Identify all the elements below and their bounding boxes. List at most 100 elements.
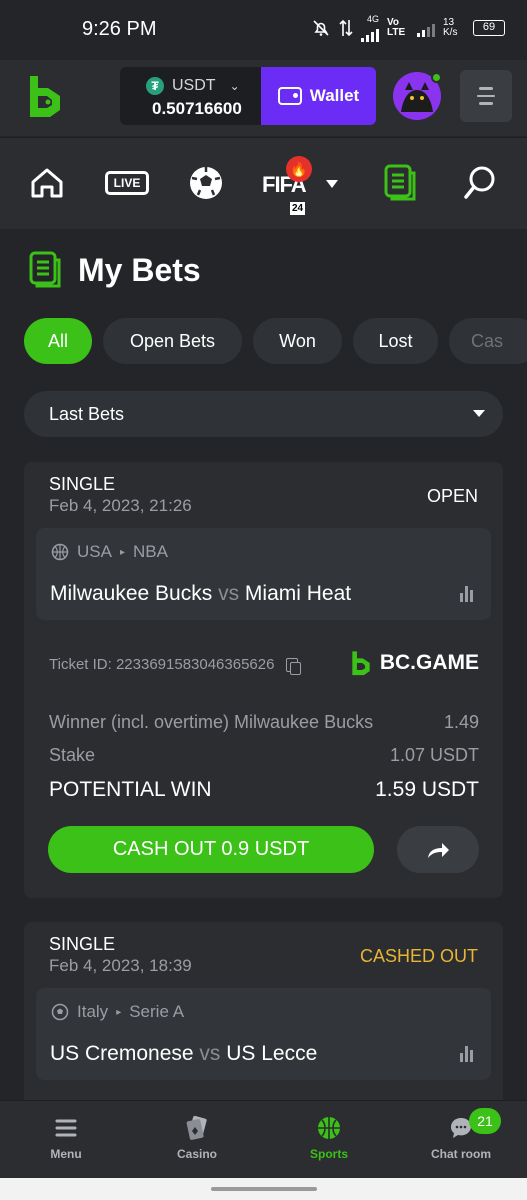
status-icons: 4G Vo LTE 13 K/s 69 [311, 14, 505, 42]
currency-selector[interactable]: ₮ USDT ⌄ 0.50716600 [120, 67, 262, 125]
brand-mark: BC.GAME [350, 650, 479, 676]
vs-label: vs [218, 582, 240, 605]
fire-icon: 🔥 [286, 156, 312, 182]
home-indicator[interactable] [211, 1187, 317, 1191]
filter-all[interactable]: All [24, 318, 92, 364]
country: Italy [77, 1002, 109, 1021]
country: USA [77, 542, 112, 561]
match-teams: Milwaukee Bucks vs Miami Heat [50, 582, 351, 606]
bet-date: Feb 4, 2023, 21:26 [49, 496, 192, 515]
chevron-down-icon: ⌄ [229, 79, 240, 93]
cash-out-button[interactable]: CASH OUT 0.9 USDT [48, 826, 374, 873]
vs-label: vs [199, 1042, 221, 1065]
soccer-ball-icon [51, 1003, 69, 1021]
signal-icon-2 [417, 19, 435, 37]
bcgame-logo [352, 651, 370, 676]
bottom-nav: Menu Casino Sports Chat room [0, 1100, 527, 1178]
ticket-id-text: Ticket ID: 2233691583046365626 [49, 656, 275, 673]
signal-icon [361, 24, 379, 42]
status-bar: 9:26 PM 4G Vo LTE 13 K/s 69 [0, 0, 527, 60]
bet-card[interactable]: SINGLE Feb 4, 2023, 18:39 CASHED OUT Ita… [24, 922, 503, 1122]
currency-code: USDT [172, 77, 216, 94]
bet-date: Feb 4, 2023, 18:39 [49, 956, 192, 975]
nav-sports-label: Sports [309, 1147, 348, 1161]
fifa-year: 24 [290, 202, 306, 215]
match-teams: US Cremonese vs US Lecce [50, 1042, 317, 1066]
category-nav: LIVE 🔥 FIFA 24 [0, 137, 527, 229]
wallet-button[interactable]: Wallet [261, 67, 376, 125]
bet-card[interactable]: SINGLE Feb 4, 2023, 21:26 OPEN USA ▸ NBA… [24, 462, 503, 898]
filter-cashed-out[interactable]: Cas [449, 318, 527, 364]
bet-type: SINGLE [49, 474, 116, 494]
caret-down-icon[interactable] [325, 179, 339, 189]
search-icon[interactable] [463, 165, 497, 201]
mute-bell-icon [313, 20, 329, 36]
odds: 1.49 [443, 712, 479, 732]
filter-tabs: All Open Bets Won Lost Cas [24, 318, 527, 364]
bet-status: OPEN [426, 486, 478, 506]
away-team: US Lecce [226, 1042, 318, 1065]
league: Serie A [129, 1002, 185, 1021]
my-bets-icon[interactable] [383, 163, 419, 203]
chevron-right-icon: ▸ [119, 546, 125, 558]
potential-win-value: 1.59 USDT [375, 778, 479, 801]
filter-open-bets[interactable]: Open Bets [103, 318, 242, 364]
chevron-right-icon: ▸ [116, 1006, 122, 1018]
bcgame-logo[interactable] [26, 74, 64, 118]
stake-row: Stake 1.07 USDT [49, 745, 479, 766]
brand-name: BC.GAME [379, 651, 479, 674]
match-box[interactable]: USA ▸ NBA Milwaukee Bucks vs Miami Heat [36, 528, 491, 620]
home-team: US Cremonese [50, 1042, 194, 1065]
fifa-24-icon[interactable]: 🔥 FIFA 24 [262, 156, 312, 215]
nav-menu[interactable]: Menu [11, 1115, 121, 1161]
stats-icon[interactable] [460, 1046, 473, 1062]
currency-balance: 0.50716600 [152, 99, 242, 118]
ticket-id: Ticket ID: 2233691583046365626 [49, 656, 302, 675]
volte-label: Vo LTE [387, 17, 406, 38]
soccer-ball-icon[interactable] [187, 164, 225, 202]
online-status-dot [431, 72, 442, 83]
system-nav-bar [0, 1178, 527, 1200]
wallet-label: Wallet [309, 86, 360, 105]
live-icon[interactable]: LIVE [105, 171, 149, 195]
basketball-icon [317, 1115, 341, 1141]
home-team: Milwaukee Bucks [50, 582, 213, 605]
bet-type: SINGLE [49, 934, 116, 954]
cards-icon [185, 1115, 209, 1141]
market-row: Winner (incl. overtime) Milwaukee Bucks … [49, 712, 479, 733]
caret-down-icon [473, 410, 485, 417]
top-bar: ₮ USDT ⌄ 0.50716600 Wallet [0, 60, 527, 136]
my-bets-icon [29, 251, 61, 288]
copy-icon[interactable] [286, 657, 302, 675]
share-button[interactable] [397, 826, 479, 873]
stake-label: Stake [49, 745, 96, 765]
potential-win-label: POTENTIAL WIN [49, 778, 212, 801]
page-title: My Bets [78, 251, 201, 288]
net-speed: 13 K/s [443, 17, 458, 38]
bets-period-select[interactable]: Last Bets [24, 391, 503, 437]
wallet-icon [277, 87, 302, 105]
stats-icon[interactable] [460, 586, 473, 602]
battery-icon: 69 [473, 20, 505, 36]
nav-casino-label: Casino [176, 1147, 217, 1161]
signal-4g: 4G [361, 14, 379, 42]
status-time: 9:26 PM [82, 18, 157, 40]
away-team: Miami Heat [244, 582, 352, 605]
page-heading: My Bets [28, 250, 201, 290]
home-icon[interactable] [29, 166, 65, 200]
league-path: Italy ▸ Serie A [51, 1002, 184, 1022]
nav-chat-room-label: Chat room [431, 1147, 491, 1161]
hamburger-menu-button[interactable] [460, 70, 512, 122]
match-box[interactable]: Italy ▸ Serie A US Cremonese vs US Lecce [36, 988, 491, 1080]
basketball-icon [51, 543, 69, 561]
nav-sports[interactable]: Sports [274, 1115, 384, 1161]
filter-lost[interactable]: Lost [353, 318, 438, 364]
stake-value: 1.07 USDT [389, 745, 479, 765]
data-arrows-icon [339, 19, 353, 37]
nav-menu-label: Menu [50, 1147, 82, 1161]
tether-icon: ₮ [146, 77, 164, 95]
nav-casino[interactable]: Casino [142, 1115, 252, 1161]
filter-won[interactable]: Won [253, 318, 342, 364]
chat-unread-badge: 21 [469, 1108, 501, 1134]
currency-row: ₮ USDT ⌄ [146, 77, 240, 95]
